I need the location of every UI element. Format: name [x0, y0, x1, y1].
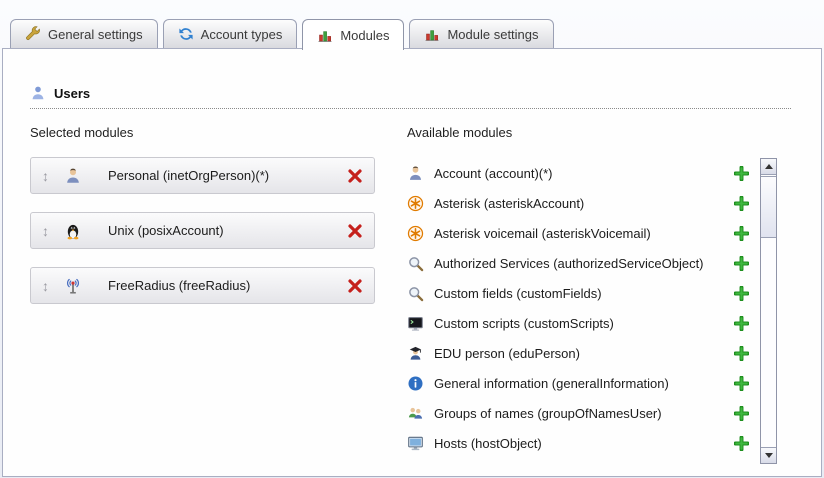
- chart-icon: [424, 26, 440, 42]
- available-module-row: EDU person (eduPerson): [407, 338, 749, 368]
- refresh-icon: [178, 26, 194, 42]
- tab-label: Module settings: [447, 27, 538, 42]
- module-label: Asterisk voicemail (asteriskVoicemail): [434, 226, 651, 241]
- module-label: Unix (posixAccount): [108, 223, 224, 238]
- available-module-row: Asterisk (asteriskAccount): [407, 188, 749, 218]
- delete-module-button[interactable]: [347, 278, 363, 294]
- tab-general-settings[interactable]: General settings: [10, 19, 158, 48]
- add-module-button[interactable]: [734, 376, 749, 391]
- radius-icon: [64, 277, 82, 295]
- terminal-icon: [407, 315, 424, 332]
- magnifier-icon: [407, 255, 424, 272]
- available-modules-title: Available modules: [407, 125, 777, 141]
- add-module-button[interactable]: [734, 346, 749, 361]
- tab-label: Modules: [340, 28, 389, 43]
- module-label: Account (account)(*): [434, 166, 553, 181]
- tab-bar: General settings Account types Modules M…: [10, 19, 554, 50]
- selected-modules-list: ↕ Personal (inetOrgPerson)(*) ↕ Unix (po…: [30, 157, 407, 304]
- add-module-button[interactable]: [734, 226, 749, 241]
- available-modules-wrap: Account (account)(*) Asterisk (asteriskA…: [407, 158, 777, 464]
- scrollbar-down-button[interactable]: [761, 447, 776, 463]
- asterisk-icon: [407, 225, 424, 242]
- selected-module-row[interactable]: ↕ FreeRadius (freeRadius): [30, 267, 375, 304]
- content-panel: Users Selected modules ↕ Personal (inetO…: [2, 48, 822, 477]
- up-arrow-icon: [765, 164, 773, 169]
- add-module-button[interactable]: [734, 166, 749, 181]
- tab-label: Account types: [201, 27, 283, 42]
- module-label: General information (generalInformation): [434, 376, 669, 391]
- add-module-button[interactable]: [734, 286, 749, 301]
- wrench-icon: [25, 26, 41, 42]
- delete-module-button[interactable]: [347, 168, 363, 184]
- info-icon: [407, 375, 424, 392]
- selected-modules-title: Selected modules: [30, 125, 407, 141]
- drag-handle-icon[interactable]: ↕: [42, 169, 55, 183]
- available-modules-scrollbar[interactable]: [760, 158, 777, 464]
- person-icon: [407, 165, 424, 182]
- section-title: Users: [54, 86, 90, 101]
- scrollbar-thumb[interactable]: [761, 176, 776, 238]
- available-module-row: Custom fields (customFields): [407, 278, 749, 308]
- add-module-button[interactable]: [734, 316, 749, 331]
- selected-module-row[interactable]: ↕ Unix (posixAccount): [30, 212, 375, 249]
- add-module-button[interactable]: [734, 196, 749, 211]
- person-icon: [64, 167, 82, 185]
- module-label: Hosts (hostObject): [434, 436, 542, 451]
- magnifier-icon: [407, 285, 424, 302]
- module-label: Personal (inetOrgPerson)(*): [108, 168, 269, 183]
- tux-icon: [64, 222, 82, 240]
- available-module-row: Groups of names (groupOfNamesUser): [407, 398, 749, 428]
- module-label: Groups of names (groupOfNamesUser): [434, 406, 662, 421]
- module-label: Custom fields (customFields): [434, 286, 602, 301]
- add-module-button[interactable]: [734, 256, 749, 271]
- drag-handle-icon[interactable]: ↕: [42, 279, 55, 293]
- tab-label: General settings: [48, 27, 143, 42]
- drag-handle-icon[interactable]: ↕: [42, 224, 55, 238]
- module-label: FreeRadius (freeRadius): [108, 278, 250, 293]
- scrollbar-up-button[interactable]: [761, 159, 776, 175]
- selected-module-row[interactable]: ↕ Personal (inetOrgPerson)(*): [30, 157, 375, 194]
- available-module-row: Authorized Services (authorizedServiceOb…: [407, 248, 749, 278]
- section-heading: Users: [30, 85, 791, 109]
- available-module-row: Hosts (hostObject): [407, 428, 749, 458]
- host-icon: [407, 435, 424, 452]
- add-module-button[interactable]: [734, 406, 749, 421]
- module-label: Authorized Services (authorizedServiceOb…: [434, 256, 704, 271]
- user-icon: [30, 85, 46, 101]
- chart-icon: [317, 27, 333, 43]
- delete-module-button[interactable]: [347, 223, 363, 239]
- module-label: EDU person (eduPerson): [434, 346, 580, 361]
- available-module-row: Custom scripts (customScripts): [407, 308, 749, 338]
- group-icon: [407, 405, 424, 422]
- available-module-row: General information (generalInformation): [407, 368, 749, 398]
- down-arrow-icon: [765, 453, 773, 458]
- module-label: Asterisk (asteriskAccount): [434, 196, 584, 211]
- tab-modules[interactable]: Modules: [302, 19, 404, 50]
- available-module-row: Account (account)(*): [407, 158, 749, 188]
- tab-account-types[interactable]: Account types: [163, 19, 298, 48]
- available-modules-list: Account (account)(*) Asterisk (asteriskA…: [407, 158, 749, 464]
- tab-module-settings[interactable]: Module settings: [409, 19, 553, 48]
- available-module-row: Asterisk voicemail (asteriskVoicemail): [407, 218, 749, 248]
- asterisk-icon: [407, 195, 424, 212]
- available-modules-column: Available modules Account (account)(*) A…: [407, 125, 777, 464]
- scrollbar-track[interactable]: [761, 175, 776, 447]
- edu-icon: [407, 345, 424, 362]
- selected-modules-column: Selected modules ↕ Personal (inetOrgPers…: [30, 125, 407, 464]
- modules-columns: Selected modules ↕ Personal (inetOrgPers…: [30, 125, 777, 464]
- module-label: Custom scripts (customScripts): [434, 316, 614, 331]
- add-module-button[interactable]: [734, 436, 749, 451]
